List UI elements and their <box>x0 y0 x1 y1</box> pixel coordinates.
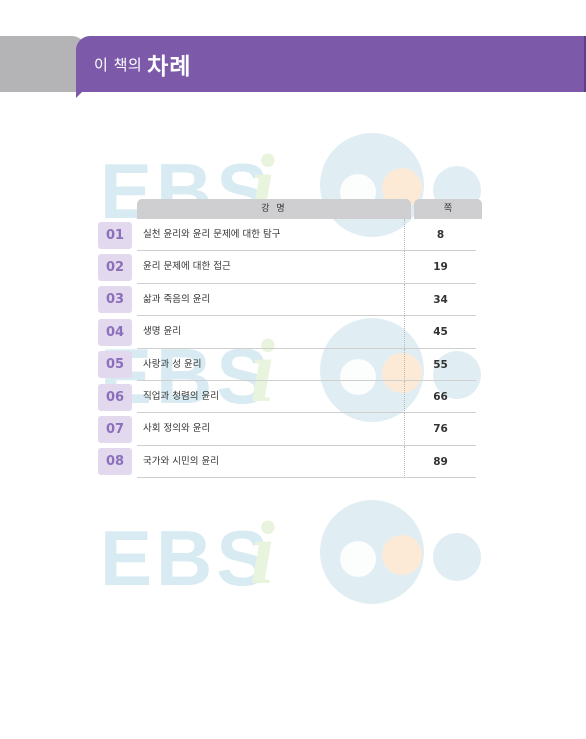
chapter-page: 34 <box>405 284 476 317</box>
page-header-banner: 이 책의 차례 <box>76 36 586 92</box>
chapter-page: 19 <box>405 251 476 284</box>
chapter-title: 실천 윤리와 윤리 문제에 대한 탐구 <box>137 219 405 252</box>
toc-row[interactable]: 08 국가와 시민의 윤리 89 <box>98 445 482 479</box>
header-spacer <box>98 199 137 219</box>
column-header-title: 강 명 <box>137 199 411 219</box>
toc-row[interactable]: 03 삶과 죽음의 윤리 34 <box>98 283 482 317</box>
chapter-page: 8 <box>405 219 476 252</box>
side-tab <box>0 36 86 92</box>
chapter-title: 직업과 청렴의 윤리 <box>137 380 405 414</box>
chapter-number: 05 <box>98 351 132 379</box>
header-subtitle: 이 책의 <box>94 55 143 74</box>
chapter-number: 01 <box>98 221 132 249</box>
chapter-number: 07 <box>98 416 132 444</box>
chapter-title: 국가와 시민의 윤리 <box>137 445 405 479</box>
column-header-page: 쪽 <box>414 199 482 219</box>
chapter-number: 03 <box>98 286 132 314</box>
ebsi-watermark-logo: EBS i <box>100 500 481 604</box>
toc-row[interactable]: 02 윤리 문제에 대한 접근 19 <box>98 251 482 284</box>
svg-text:EBS: EBS <box>100 514 272 602</box>
toc-row[interactable]: 07 사회 정의와 윤리 76 <box>98 413 482 446</box>
chapter-page: 66 <box>405 381 476 414</box>
chapter-title: 생명 윤리 <box>137 316 405 349</box>
toc-row[interactable]: 05 사랑과 성 윤리 55 <box>98 348 482 381</box>
chapter-title: 사회 정의와 윤리 <box>137 413 405 446</box>
chapter-title: 사랑과 성 윤리 <box>137 348 405 381</box>
chapter-title: 윤리 문제에 대한 접근 <box>137 251 405 284</box>
toc-row[interactable]: 01 실천 윤리와 윤리 문제에 대한 탐구 8 <box>98 219 482 252</box>
toc-row[interactable]: 06 직업과 청렴의 윤리 66 <box>98 380 482 414</box>
chapter-page: 55 <box>405 349 476 381</box>
svg-text:i: i <box>250 504 275 603</box>
chapter-title: 삶과 죽음의 윤리 <box>137 283 405 317</box>
toc-header-row: 강 명 쪽 <box>98 199 482 219</box>
table-of-contents: 강 명 쪽 01 실천 윤리와 윤리 문제에 대한 탐구 8 02 윤리 문제에… <box>98 199 482 479</box>
toc-row[interactable]: 04 생명 윤리 45 <box>98 316 482 349</box>
chapter-number: 06 <box>98 383 132 411</box>
banner-notch <box>76 88 86 98</box>
chapter-page: 45 <box>405 316 476 349</box>
page-title: 차례 <box>147 54 192 80</box>
chapter-number: 04 <box>98 318 132 346</box>
chapter-page: 76 <box>405 413 476 446</box>
chapter-number: 08 <box>98 448 132 476</box>
chapter-number: 02 <box>98 254 132 282</box>
chapter-page: 89 <box>405 446 476 479</box>
